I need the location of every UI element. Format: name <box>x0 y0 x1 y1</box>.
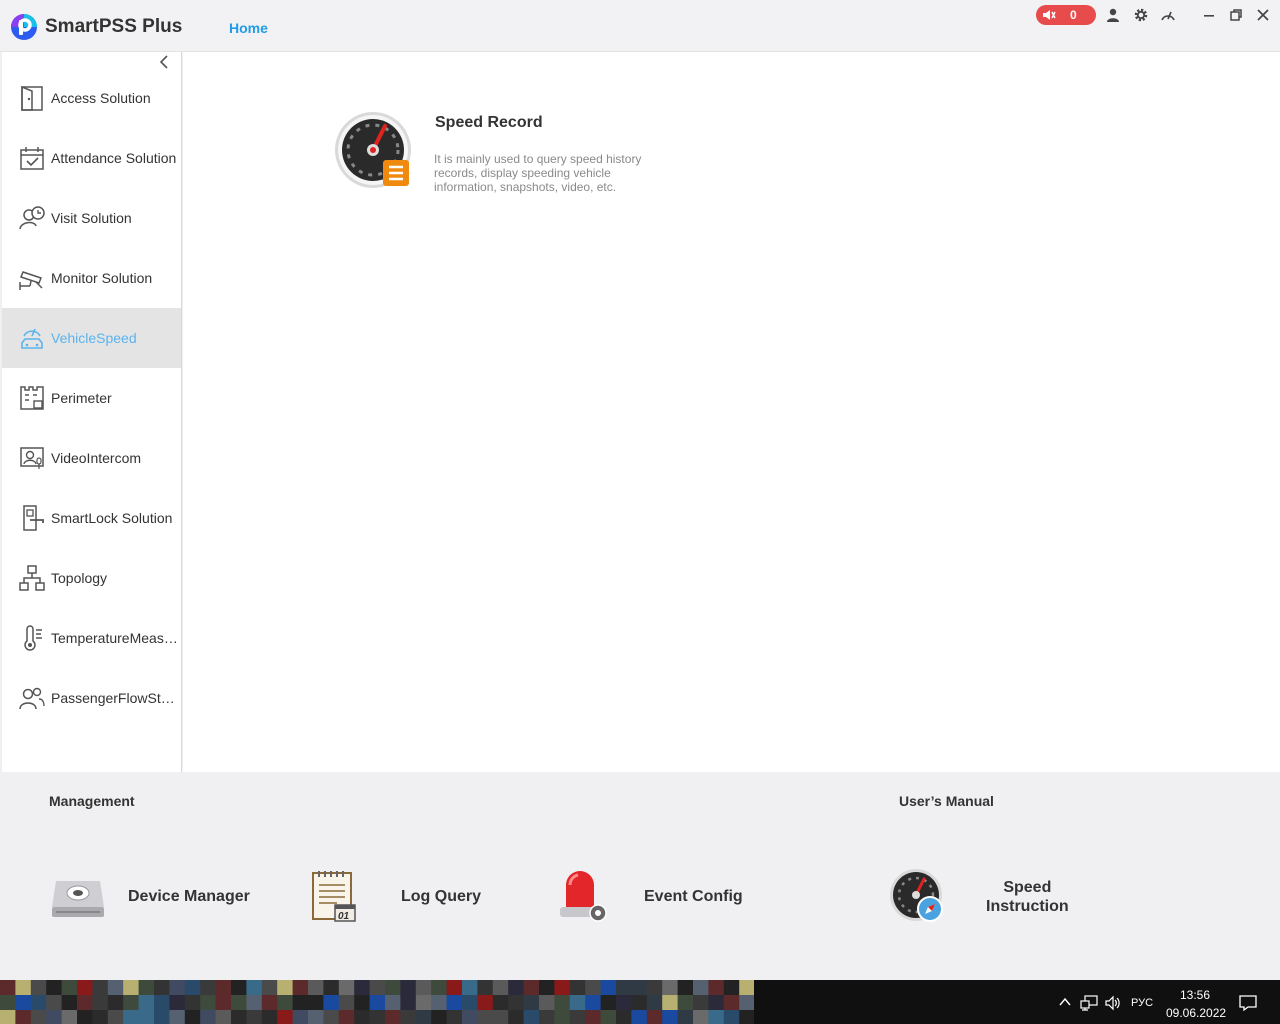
speaker-icon <box>1043 10 1056 20</box>
sidebar-item-label: SmartLock Solution <box>51 510 173 526</box>
event-config-label: Event Config <box>644 888 743 905</box>
users-manual-title: User’s Manual <box>899 793 994 809</box>
alarm-count: 0 <box>1070 8 1077 22</box>
sidebar-item-label: VideoIntercom <box>51 450 142 466</box>
app-title: SmartPSS Plus <box>45 16 183 37</box>
device-manager-label: Device Manager <box>128 888 250 905</box>
door-icon <box>21 85 43 111</box>
sidebar-item-label: TemperatureMeasurement <box>51 630 179 646</box>
performance-gauge-icon[interactable] <box>1160 7 1176 23</box>
device-manager-icon <box>52 881 104 917</box>
network-icon[interactable] <box>1080 995 1098 1011</box>
device-manager-tile[interactable]: Device Manager <box>48 867 258 927</box>
sidebar-item-label: Attendance Solution <box>51 150 177 166</box>
speed-record-title: Speed Record <box>435 114 543 131</box>
calendar-check-icon <box>20 147 44 170</box>
close-icon[interactable] <box>1255 7 1271 23</box>
management-title: Management <box>49 793 135 809</box>
event-config-tile[interactable]: Event Config <box>552 867 752 927</box>
sidebar-item-perimeter[interactable]: Perimeter <box>2 368 181 428</box>
sidebar-item-vehiclespeed[interactable]: VehicleSpeed <box>2 308 181 368</box>
sidebar-item-visit-solution[interactable]: Visit Solution <box>2 188 181 248</box>
vehicle-speed-icon <box>21 328 43 349</box>
input-language[interactable]: РУС <box>1131 997 1153 1009</box>
people-icon <box>19 687 45 710</box>
notification-icon[interactable] <box>1239 995 1257 1011</box>
taskbar-pinned-apps[interactable] <box>0 980 754 1024</box>
bottom-panel: Management User’s Manual Device Manager … <box>0 772 1280 980</box>
perimeter-icon <box>20 386 44 410</box>
user-icon[interactable] <box>1105 7 1121 23</box>
clock-date[interactable]: 09.06.2022 <box>1166 1006 1226 1020</box>
alarm-button[interactable]: 0 <box>1036 5 1096 25</box>
sidebar-item-temperature-measurement[interactable]: TemperatureMeasurement <box>2 608 181 668</box>
gear-icon[interactable] <box>1133 7 1149 23</box>
sidebar-item-videointercom[interactable]: VideoIntercom <box>2 428 181 488</box>
tab-home[interactable]: Home <box>229 20 268 36</box>
sidebar-item-passengerflow-statistics[interactable]: PassengerFlowStatistics <box>2 668 181 728</box>
sidebar-item-label: Access Solution <box>51 90 151 106</box>
taskbar: РУС 13:56 09.06.2022 <box>0 980 1280 1024</box>
restore-icon[interactable] <box>1228 7 1244 23</box>
camera-icon <box>19 271 43 290</box>
system-tray: РУС 13:56 09.06.2022 <box>1056 980 1280 1024</box>
event-config-icon <box>560 871 607 922</box>
speed-instruction-tile[interactable]: Speed Instruction <box>888 867 1088 927</box>
sidebar-item-label: Topology <box>51 570 108 586</box>
speed-instruction-icon <box>890 869 943 922</box>
smartlock-icon <box>23 505 44 531</box>
speed-instruction-line1: Speed <box>1003 879 1052 896</box>
log-query-tile[interactable]: 01 Log Query <box>305 867 495 927</box>
chevron-up-icon[interactable] <box>1058 996 1072 1008</box>
sidebar-item-access-solution[interactable]: Access Solution <box>2 68 181 128</box>
sidebar-item-topology[interactable]: Topology <box>2 548 181 608</box>
sidebar-item-smartlock-solution[interactable]: SmartLock Solution <box>2 488 181 548</box>
volume-icon[interactable] <box>1104 995 1122 1011</box>
sidebar: Access Solution Attendance Solution Visi… <box>2 52 182 772</box>
minimize-icon[interactable] <box>1201 7 1217 23</box>
visitor-clock-icon <box>19 206 45 230</box>
speed-instruction-line2: Instruction <box>986 898 1069 915</box>
sidebar-item-label: Monitor Solution <box>51 270 153 286</box>
speed-record-card[interactable]: Speed Record It is mainly used to query … <box>333 107 713 207</box>
sidebar-item-label: PassengerFlowStatistics <box>51 690 179 706</box>
topology-icon <box>19 565 45 591</box>
log-query-label: Log Query <box>401 888 482 905</box>
sidebar-item-attendance-solution[interactable]: Attendance Solution <box>2 128 181 188</box>
sidebar-item-monitor-solution[interactable]: Monitor Solution <box>2 248 181 308</box>
svg-text:01: 01 <box>338 911 350 922</box>
speed-record-description: It is mainly used to query speed history… <box>434 152 642 194</box>
sidebar-item-label: Perimeter <box>51 390 112 406</box>
log-query-icon: 01 <box>312 871 356 922</box>
clock-time[interactable]: 13:56 <box>1180 988 1210 1002</box>
app-window: SmartPSS Plus Home 0 Access Solution Att… <box>0 0 1280 1024</box>
speedometer-record-icon <box>335 112 411 188</box>
sidebar-item-label: Visit Solution <box>51 210 132 226</box>
intercom-icon <box>20 447 44 469</box>
title-bar: SmartPSS Plus Home 0 <box>0 0 1280 52</box>
thermometer-icon <box>24 625 42 651</box>
app-logo-icon <box>11 14 37 40</box>
speed-instruction-label: Speed Instruction <box>986 878 1069 916</box>
sidebar-item-label: VehicleSpeed <box>51 330 137 346</box>
main-content: Speed Record It is mainly used to query … <box>183 52 1280 772</box>
